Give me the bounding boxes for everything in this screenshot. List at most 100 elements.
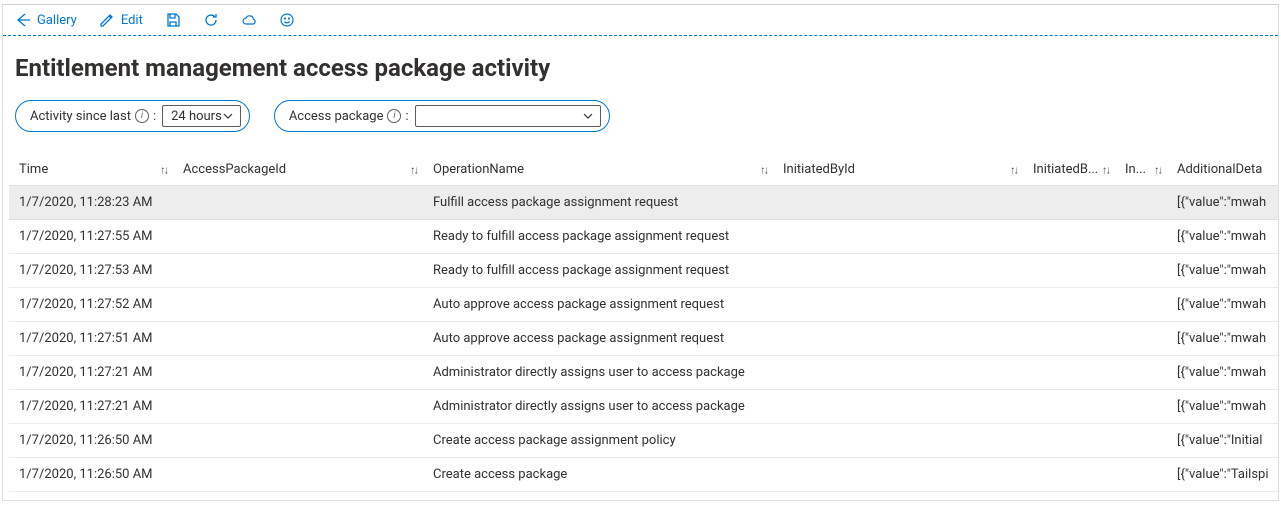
activity-since-label: Activity since last — [30, 109, 131, 124]
toolbar: Gallery Edit — [3, 5, 1278, 36]
sort-icon: ↑↓ — [1154, 163, 1161, 176]
table-cell — [1115, 458, 1167, 492]
table-cell — [173, 424, 423, 458]
activity-since-filter[interactable]: Activity since last i : 24 hours — [15, 100, 250, 132]
results-table-wrap: Time↑↓ AccessPackageId↑↓ OperationName↑↓… — [3, 154, 1278, 500]
sort-icon: ↑↓ — [1010, 163, 1017, 176]
gallery-label: Gallery — [37, 13, 77, 28]
share-button[interactable] — [241, 12, 257, 28]
access-package-select[interactable] — [415, 105, 601, 127]
table-cell — [1023, 390, 1115, 424]
table-cell: 1/7/2020, 11:28:23 AM — [9, 186, 173, 220]
cloud-icon — [241, 12, 257, 28]
col-time[interactable]: Time↑↓ — [9, 154, 173, 186]
table-cell — [173, 390, 423, 424]
table-cell: [{"value":"mwah — [1167, 356, 1278, 390]
sort-icon: ↑↓ — [160, 163, 167, 176]
table-row[interactable]: 1/7/2020, 11:27:21 AM Administrator direc… — [9, 390, 1278, 424]
table-cell: 1/7/2020, 11:27:53 AM — [9, 254, 173, 288]
table-cell — [773, 254, 1023, 288]
edit-label: Edit — [121, 13, 143, 28]
table-cell: [{"value":"mwah — [1167, 390, 1278, 424]
table-cell — [173, 288, 423, 322]
table-cell — [1115, 186, 1167, 220]
table-cell — [173, 254, 423, 288]
table-cell: 1/7/2020, 11:27:21 AM — [9, 356, 173, 390]
table-cell: Administrator directly assigns user to a… — [423, 390, 773, 424]
refresh-button[interactable] — [203, 12, 219, 28]
table-cell — [773, 390, 1023, 424]
workbook-panel: Gallery Edit Entit — [2, 4, 1279, 501]
table-header-row: Time↑↓ AccessPackageId↑↓ OperationName↑↓… — [9, 154, 1278, 186]
table-cell — [1115, 288, 1167, 322]
table-cell — [173, 220, 423, 254]
table-cell — [1023, 186, 1115, 220]
table-cell: 1/7/2020, 11:27:55 AM — [9, 220, 173, 254]
table-cell — [773, 458, 1023, 492]
save-icon — [165, 12, 181, 28]
table-cell — [773, 186, 1023, 220]
table-cell — [773, 322, 1023, 356]
table-cell — [1023, 220, 1115, 254]
table-cell: Ready to fulfill access package assignme… — [423, 220, 773, 254]
feedback-button[interactable] — [279, 12, 295, 28]
table-cell — [1115, 322, 1167, 356]
table-cell: [{"value":"mwah — [1167, 186, 1278, 220]
table-cell — [1115, 220, 1167, 254]
table-row[interactable]: 1/7/2020, 11:26:50 AMCreate access packa… — [9, 424, 1278, 458]
table-cell: 1/7/2020, 11:27:52 AM — [9, 288, 173, 322]
table-cell — [173, 356, 423, 390]
col-accesspackageid[interactable]: AccessPackageId↑↓ — [173, 154, 423, 186]
save-button[interactable] — [165, 12, 181, 28]
gallery-link[interactable]: Gallery — [15, 12, 77, 28]
table-cell — [173, 322, 423, 356]
activity-since-select[interactable]: 24 hours — [162, 105, 241, 127]
table-row[interactable]: 1/7/2020, 11:27:53 AMReady to fulfill ac… — [9, 254, 1278, 288]
table-cell — [1023, 458, 1115, 492]
table-cell — [173, 186, 423, 220]
table-row[interactable]: 1/7/2020, 11:27:52 AM Auto approve access… — [9, 288, 1278, 322]
table-cell: [{"value":"Tailspi — [1167, 458, 1278, 492]
table-row[interactable]: 1/7/2020, 11:26:50 AM Create access packa… — [9, 458, 1278, 492]
pencil-icon — [99, 12, 115, 28]
table-cell — [1023, 254, 1115, 288]
info-icon[interactable]: i — [387, 109, 401, 123]
edit-button[interactable]: Edit — [99, 12, 143, 28]
table-cell: Auto approve access package assignment r… — [423, 288, 773, 322]
chevron-down-icon — [582, 110, 594, 122]
table-cell: [{"value":"mwah — [1167, 254, 1278, 288]
page-title: Entitlement management access package ac… — [15, 54, 1266, 82]
sort-icon: ↑↓ — [760, 163, 767, 176]
filter-bar: Activity since last i : 24 hours Access … — [3, 100, 1278, 154]
table-cell: Fulfill access package assignment reques… — [423, 186, 773, 220]
table-cell: 1/7/2020, 11:27:21 AM — [9, 390, 173, 424]
table-cell: Create access package assignment policy — [423, 424, 773, 458]
table-cell — [1023, 288, 1115, 322]
table-cell — [1023, 424, 1115, 458]
col-operationname[interactable]: OperationName↑↓ — [423, 154, 773, 186]
col-initiatedbyid[interactable]: InitiatedById↑↓ — [773, 154, 1023, 186]
table-cell: Administrator directly assigns user to a… — [423, 356, 773, 390]
table-body: 1/7/2020, 11:28:23 AM Fulfill access pack… — [9, 186, 1278, 492]
smiley-icon — [279, 12, 295, 28]
table-cell — [773, 288, 1023, 322]
refresh-icon — [203, 12, 219, 28]
table-cell — [1115, 254, 1167, 288]
table-cell — [773, 220, 1023, 254]
table-cell — [1115, 424, 1167, 458]
chevron-down-icon — [222, 110, 234, 122]
col-additional[interactable]: AdditionalDeta — [1167, 154, 1278, 186]
table-row[interactable]: 1/7/2020, 11:28:23 AM Fulfill access pack… — [9, 186, 1278, 220]
table-cell — [173, 458, 423, 492]
table-row[interactable]: 1/7/2020, 11:27:21 AM Administrator direc… — [9, 356, 1278, 390]
table-row[interactable]: 1/7/2020, 11:27:55 AM Ready to fulfill ac… — [9, 220, 1278, 254]
info-icon[interactable]: i — [135, 109, 149, 123]
table-row[interactable]: 1/7/2020, 11:27:51 AMAuto approve access… — [9, 322, 1278, 356]
table-cell: 1/7/2020, 11:26:50 AM — [9, 458, 173, 492]
col-initiatedb[interactable]: InitiatedB...↑↓ — [1023, 154, 1115, 186]
access-package-filter[interactable]: Access package i : — [274, 100, 610, 132]
access-package-label: Access package — [289, 109, 384, 124]
table-cell — [1115, 390, 1167, 424]
table-cell: Create access package — [423, 458, 773, 492]
col-in[interactable]: In...↑↓ — [1115, 154, 1167, 186]
